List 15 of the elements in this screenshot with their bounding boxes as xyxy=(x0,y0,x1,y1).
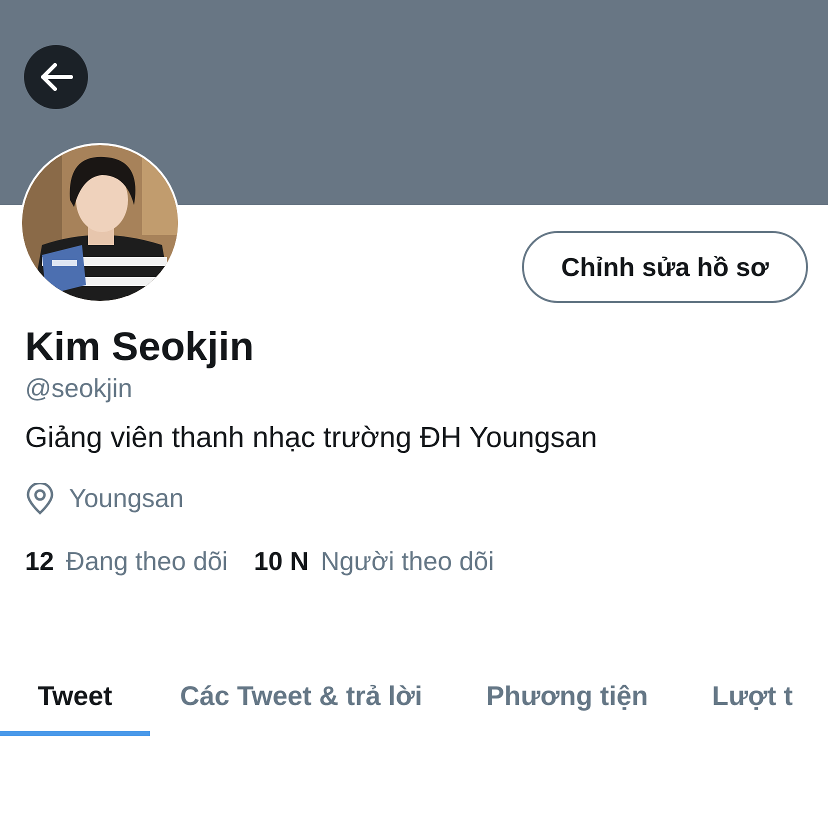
profile-name: Kim Seokjin xyxy=(25,324,255,371)
profile-tab[interactable]: Lượt t xyxy=(712,656,793,736)
location-pin-icon xyxy=(25,482,55,514)
profile-tab[interactable]: Các Tweet & trả lời xyxy=(180,656,486,736)
profile-location: Youngsan xyxy=(69,482,184,515)
stat-label: Đang theo dõi xyxy=(66,545,228,578)
stat-label: Người theo dõi xyxy=(320,545,494,578)
profile-handle: @seokjin xyxy=(25,372,134,405)
profile-bio: Giảng viên thanh nhạc trường ĐH Youngsan xyxy=(25,421,598,456)
profile-tab[interactable]: Phương tiện xyxy=(486,656,712,736)
stat-count: 10 N xyxy=(254,545,309,578)
edit-profile-button[interactable]: Chỉnh sửa hồ sơ xyxy=(522,231,808,303)
stat-count: 12 xyxy=(25,545,54,578)
profile-tab[interactable]: Tweet xyxy=(0,656,150,736)
back-arrow-icon xyxy=(39,62,73,92)
